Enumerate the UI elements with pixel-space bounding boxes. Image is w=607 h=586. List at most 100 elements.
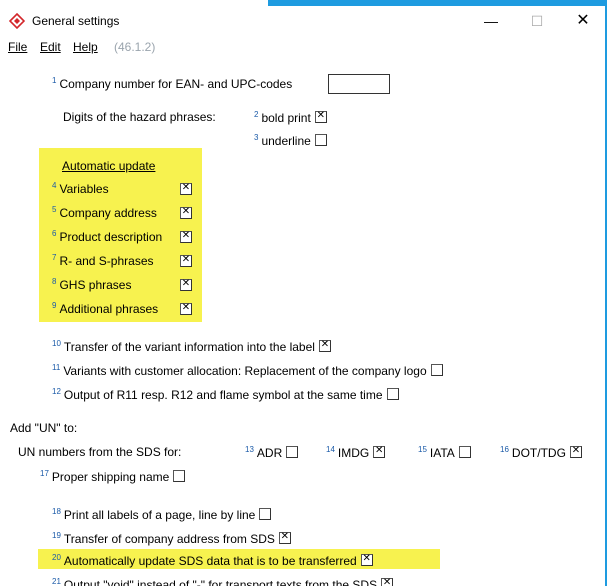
option-12-row: 12 Output of R11 resp. R12 and flame symb… [52,387,399,402]
option-number: 14 [326,445,335,454]
imdg-label: IMDG [337,446,370,460]
option-number: 12 [52,387,61,396]
underline-row: 3 underline [254,133,327,148]
iata-row: 15 IATA [418,445,471,460]
option-number: 19 [52,531,61,540]
option-number: 2 [254,110,259,119]
adr-label: ADR [256,446,283,460]
bold-print-label: bold print [261,111,311,125]
option-18-checkbox[interactable] [259,508,272,520]
option-number: 17 [40,469,49,478]
option-number: 16 [500,445,509,454]
option-10-label: Transfer of the variant information into… [63,340,315,354]
option-12-label: Output of R11 resp. R12 and flame symbol… [63,388,383,402]
underline-label: underline [261,134,311,148]
additional-phrases-checkbox[interactable] [180,303,192,315]
minimize-button[interactable]: — [468,6,514,36]
menu-edit-label: Edit [40,40,61,54]
option-number: 9 [52,301,57,310]
option-18-label: Print all labels of a page, line by line [63,508,256,522]
option-number: 13 [245,445,254,454]
settings-content: 1 Company number for EAN- and UPC-codes D… [0,58,605,586]
option-10-row: 10 Transfer of the variant information in… [52,339,331,354]
version-label: (46.1.2) [114,40,156,54]
option-19-row: 19 Transfer of company address from SDS [52,531,291,546]
company-number-label: Company number for EAN- and UPC-codes [59,77,293,91]
shipping-name-label: Proper shipping name [51,470,170,484]
option-number: 6 [52,229,57,238]
imdg-checkbox[interactable] [373,446,386,458]
menu-file[interactable]: File [8,40,27,54]
dot-tdg-row: 16 DOT/TDG [500,445,582,460]
option-number: 3 [254,133,259,142]
settings-window: General settings — ☐ ✕ File Edit Help (4… [0,6,607,586]
auto-update-item-ghs-phrases: 8 GHS phrases [52,277,131,292]
option-number: 4 [52,181,57,190]
r-s-phrases-label: R- and S-phrases [59,254,154,268]
title-bar[interactable]: General settings — ☐ ✕ [0,6,605,36]
menu-file-label: File [8,40,28,54]
adr-row: 13 ADR [245,445,299,460]
adr-checkbox[interactable] [286,446,299,458]
maximize-button[interactable]: ☐ [514,6,560,36]
option-number: 20 [52,553,61,562]
ghs-phrases-label: GHS phrases [59,278,132,292]
option-11-label: Variants with customer allocation: Repla… [63,364,427,378]
option-12-checkbox[interactable] [386,388,399,400]
option-21-label: Output "void" instead of "-" for transpo… [63,578,378,586]
option-11-row: 11 Variants with customer allocation: Rep… [52,363,443,378]
underline-checkbox[interactable] [314,134,327,146]
option-number: 11 [52,363,61,372]
option-number: 8 [52,277,57,286]
company-address-label: Company address [59,206,157,220]
window-title: General settings [32,14,120,28]
variables-checkbox[interactable] [180,183,192,195]
bold-print-row: 2 bold print [254,110,327,125]
auto-update-item-additional-phrases: 9 Additional phrases [52,301,158,316]
option-number: 1 [52,76,57,85]
option-19-checkbox[interactable] [278,532,291,544]
option-21-row: 21 Output "void" instead of "-" for trans… [52,577,394,586]
menu-bar: File Edit Help (46.1.2) [0,36,605,58]
r-s-phrases-checkbox[interactable] [180,255,192,267]
imdg-row: 14 IMDG [326,445,386,460]
option-19-label: Transfer of company address from SDS [63,532,275,546]
option-21-checkbox[interactable] [381,578,394,586]
menu-edit[interactable]: Edit [40,40,61,54]
hazard-label: Digits of the hazard phrases: [63,110,216,124]
company-address-checkbox[interactable] [180,207,192,219]
additional-phrases-label: Additional phrases [59,302,159,316]
menu-help[interactable]: Help [73,40,98,54]
bold-print-checkbox[interactable] [314,111,327,123]
option-number: 5 [52,205,57,214]
option-number: 10 [52,339,61,348]
option-20-label: Automatically update SDS data that is to… [63,554,357,568]
menu-help-label: Help [73,40,98,54]
auto-update-item-r-s-phrases: 7 R- and S-phrases [52,253,154,268]
option-20-row: 20 Automatically update SDS data that is … [52,553,373,568]
iata-label: IATA [429,446,455,460]
auto-update-heading: Automatic update [62,159,155,173]
product-description-label: Product description [59,230,163,244]
product-description-checkbox[interactable] [180,231,192,243]
company-number-input[interactable] [328,74,390,94]
iata-checkbox[interactable] [458,446,471,458]
option-number: 21 [52,577,61,586]
option-number: 18 [52,507,61,516]
app-diamond-icon [9,13,25,29]
un-numbers-label: UN numbers from the SDS for: [18,445,182,459]
option-20-checkbox[interactable] [360,554,373,566]
option-number: 15 [418,445,427,454]
shipping-name-checkbox[interactable] [173,470,186,482]
option-10-checkbox[interactable] [318,340,331,352]
option-11-checkbox[interactable] [430,364,443,376]
close-button[interactable]: ✕ [560,6,605,36]
dot-tdg-checkbox[interactable] [569,446,582,458]
auto-update-item-product-description: 6 Product description [52,229,162,244]
variables-label: Variables [59,182,109,196]
auto-update-item-variables: 4 Variables [52,181,109,196]
company-number-row: 1 Company number for EAN- and UPC-codes [52,76,292,91]
option-number: 7 [52,253,57,262]
add-un-heading: Add "UN" to: [10,421,78,435]
ghs-phrases-checkbox[interactable] [180,279,192,291]
